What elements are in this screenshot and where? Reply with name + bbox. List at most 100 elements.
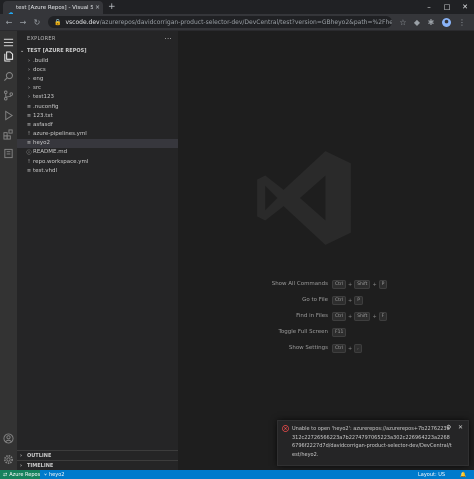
key-separator: + — [348, 345, 353, 352]
error-icon — [282, 425, 289, 432]
file-tree-item[interactable]: › eng — [17, 74, 178, 83]
folder-chevron-icon: › — [28, 85, 30, 92]
timeline-label: TIMELINE — [27, 462, 54, 469]
forward-arrow-icon[interactable]: → — [17, 16, 29, 28]
branch-status[interactable]: ⑂ heyo2 — [44, 470, 64, 479]
shortcut-keys: Ctrl + Shift + F — [332, 312, 388, 321]
file-tree-item[interactable]: › .build — [17, 56, 178, 65]
run-debug-icon[interactable] — [3, 110, 14, 121]
folder-chevron-icon: › — [28, 57, 30, 64]
notification-close-icon[interactable]: ✕ — [458, 424, 463, 431]
keycap: Ctrl — [332, 280, 347, 289]
remote-indicator[interactable]: ⇄ Azure Repos — [0, 470, 40, 479]
shortcut-label: Find in Files — [296, 313, 328, 319]
extension-icon[interactable]: ◆ — [411, 16, 423, 28]
shortcut-label: Go to File — [302, 297, 328, 303]
accounts-icon[interactable] — [3, 433, 14, 444]
file-tree-label: eng — [33, 75, 44, 82]
file-tree-item[interactable]: ! repo.workspace.yml — [17, 157, 178, 166]
lock-icon: 🔒 — [54, 18, 62, 26]
shortcut-row: Toggle Full Screen F11 — [178, 328, 474, 338]
menu-icon[interactable] — [3, 37, 14, 48]
activity-bar — [0, 31, 17, 470]
keycap: F11 — [332, 328, 347, 337]
file-tree-item[interactable]: ≡ heyo2 — [17, 138, 178, 148]
chevron-right-icon: › — [20, 462, 23, 469]
new-tab-button[interactable]: + — [108, 1, 116, 13]
remote-icon: ⇄ — [3, 471, 8, 478]
editor-area: Show All Commands Ctrl + Shift + P Go to File C… — [178, 31, 474, 470]
folder-chevron-icon: › — [28, 66, 30, 73]
file-tree-item[interactable]: ≡ .nuconfig — [17, 102, 178, 111]
source-control-icon[interactable] — [3, 90, 14, 101]
outline-section-header[interactable]: › OUTLINE — [17, 450, 178, 460]
file-tree-label: .build — [33, 57, 49, 64]
file-tree-label: heyo2 — [33, 140, 50, 147]
key-separator: + — [348, 297, 353, 304]
keyboard-layout[interactable]: Layout: US — [418, 470, 445, 479]
branch-name: heyo2 — [49, 471, 65, 478]
key-separator: + — [372, 281, 377, 288]
git-branch-icon: ⑂ — [44, 471, 48, 478]
shortcut-row: Show Settings Ctrl +, — [178, 344, 474, 354]
file-tree-item[interactable]: ≡ test.vhdl — [17, 166, 178, 175]
key-separator: + — [348, 313, 353, 320]
file-tree-label: docs — [33, 66, 46, 73]
file-icon: ! — [27, 158, 30, 165]
browser-toolbar: ← → ↻ 🔒 vscode.dev /azurerepos/davidcorr… — [0, 14, 474, 31]
file-tree-label: asfasdf — [33, 121, 53, 128]
tab-close-icon[interactable]: × — [95, 4, 100, 11]
explorer-files-icon[interactable] — [3, 51, 14, 62]
error-notification: Unable to open 'heyo2': azurerepos://azu… — [277, 420, 469, 466]
timeline-section-header[interactable]: › TIMELINE — [17, 460, 178, 470]
azure-repos-icon[interactable] — [3, 148, 14, 159]
address-bar[interactable]: 🔒 vscode.dev /azurerepos/davidcorrigan-p… — [48, 16, 392, 28]
search-icon[interactable] — [3, 71, 14, 82]
menu-kebab-icon[interactable]: ⋮ — [456, 16, 468, 28]
status-bar: ⇄ Azure Repos ⑂ heyo2 Layout: US 🔔 — [0, 470, 474, 479]
shortcut-keys: Ctrl + Shift + P — [332, 280, 388, 289]
file-tree-item[interactable]: ⓘ README.md — [17, 148, 178, 157]
file-tree-item[interactable]: ! azure-pipelines.yml — [17, 130, 178, 139]
vscode-favicon-icon — [6, 4, 13, 19]
file-icon: ≡ — [26, 140, 32, 147]
back-arrow-icon[interactable]: ← — [3, 16, 15, 28]
file-tree-label: README.md — [33, 149, 68, 156]
notification-settings-icon[interactable]: ⚙ — [446, 424, 451, 431]
keycap: Ctrl — [332, 312, 347, 321]
minimize-button[interactable]: – — [420, 0, 438, 14]
browser-tab[interactable]: test [Azure Repos] - Visual Studio × — [3, 1, 103, 19]
shortcut-row: Find in Files Ctrl + Shift + F — [178, 312, 474, 322]
file-tree-label: test.vhdl — [33, 167, 58, 174]
reload-icon[interactable]: ↻ — [31, 16, 43, 28]
keycap: , — [354, 344, 362, 353]
file-icon: ≡ — [26, 103, 32, 110]
workspace-section-header[interactable]: ⌄ TEST [AZURE REPOS] — [17, 46, 178, 56]
browser-tabstrip: test [Azure Repos] - Visual Studio × + –… — [0, 0, 474, 19]
maximize-button[interactable]: □ — [438, 0, 456, 14]
file-tree-label: src — [33, 85, 42, 92]
file-tree-label: 123.txt — [33, 112, 53, 119]
file-tree-label: .nuconfig — [33, 103, 59, 110]
notifications-bell-icon[interactable]: 🔔 — [460, 470, 466, 479]
puzzle-icon[interactable]: ✱ — [425, 16, 437, 28]
chevron-down-icon: ⌄ — [20, 48, 25, 54]
more-actions-icon[interactable]: ··· — [164, 35, 172, 43]
file-tree-item[interactable]: › docs — [17, 65, 178, 74]
file-tree-item[interactable]: › src — [17, 84, 178, 93]
close-window-button[interactable]: ✕ — [456, 0, 474, 14]
file-tree-item[interactable]: ≡ 123.txt — [17, 111, 178, 120]
key-separator: + — [372, 313, 377, 320]
url-host: vscode.dev — [65, 18, 100, 26]
star-icon[interactable]: ☆ — [397, 16, 409, 28]
keycap: Shift — [354, 312, 371, 321]
keycap: Ctrl — [332, 296, 347, 305]
settings-gear-icon[interactable] — [3, 454, 14, 465]
profile-avatar-icon[interactable] — [440, 16, 452, 28]
file-tree-item[interactable]: › test123 — [17, 93, 178, 102]
explorer-title: EXPLORER — [27, 35, 56, 42]
file-tree-item[interactable]: ≡ asfasdf — [17, 120, 178, 129]
extensions-icon[interactable] — [3, 129, 14, 140]
explorer-header: EXPLORER ··· — [17, 31, 178, 46]
file-icon: ⓘ — [26, 149, 32, 156]
